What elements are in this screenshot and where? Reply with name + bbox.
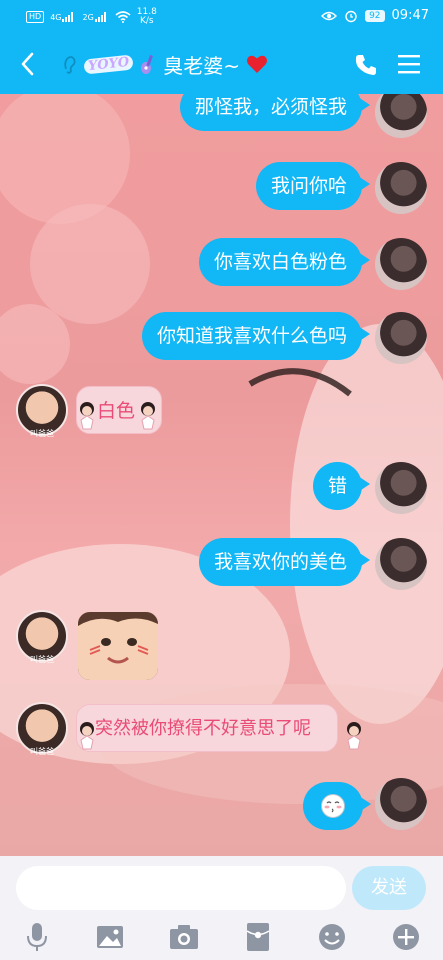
ear-icon (64, 56, 76, 74)
signal-icon-2 (94, 12, 106, 22)
guitar-icon (141, 55, 154, 74)
alarm-icon (345, 10, 357, 22)
status-bar: HD 4G 2G 11.8 K/s 92 09:47 (0, 0, 443, 34)
message-bubble[interactable]: 错 (312, 462, 371, 510)
network-2g: 2G (82, 12, 108, 22)
send-button[interactable]: 发送 (352, 866, 426, 910)
wifi-icon (115, 11, 131, 23)
message-row: 叫爸爸 白色 (0, 384, 443, 444)
microphone-icon[interactable] (20, 920, 54, 954)
message-row: 你知道我喜欢什么色吗 (0, 312, 443, 368)
message-row: 那怪我，必须怪我 (0, 94, 443, 142)
bubble-sticker-icon (80, 722, 94, 750)
my-avatar[interactable] (375, 778, 427, 830)
baby-face-image (78, 612, 158, 680)
bubble-sticker-icon (80, 402, 94, 430)
input-bar: 发送 (0, 856, 443, 960)
network-4g: 4G (50, 12, 76, 22)
message-row (0, 778, 443, 838)
battery-indicator: 92 (365, 9, 385, 22)
phone-icon[interactable] (353, 52, 379, 78)
message-bubble[interactable]: 你喜欢白色粉色 (198, 238, 371, 286)
clock: 09:47 (391, 8, 429, 23)
message-row: 叫爸爸 突然被你撩得不好意思了呢 (0, 702, 443, 762)
chat-header: YOYO 臭老婆~ (0, 34, 443, 94)
message-bubble[interactable]: 我喜欢你的美色 (198, 538, 371, 586)
heart-icon (246, 55, 267, 73)
message-bubble[interactable]: 我问你哈 (255, 162, 371, 210)
menu-icon[interactable] (397, 53, 421, 75)
eye-icon (321, 11, 338, 20)
header-title-group: YOYO 臭老婆~ (62, 50, 268, 78)
emoji-icon[interactable] (315, 920, 349, 954)
message-bubble[interactable]: 那怪我，必须怪我 (179, 94, 371, 131)
chat-area[interactable]: 那怪我，必须怪我 我问你哈 你喜欢白色粉色 你知道我喜欢什么色吗 叫爸爸 白色 … (0, 94, 443, 856)
my-avatar[interactable] (375, 162, 427, 214)
my-avatar[interactable] (375, 312, 427, 364)
status-right: 92 09:47 (321, 8, 429, 23)
camera-icon[interactable] (167, 920, 201, 954)
hd-badge: HD (26, 11, 45, 23)
back-arrow-icon[interactable] (14, 48, 44, 80)
my-avatar[interactable] (375, 238, 427, 290)
contact-name[interactable]: 臭老婆~ (163, 50, 240, 79)
vip-badge: YOYO (83, 53, 134, 75)
message-bubble[interactable]: 突然被你撩得不好意思了呢 (76, 704, 338, 752)
my-avatar[interactable] (375, 94, 427, 138)
message-bubble[interactable]: 你知道我喜欢什么色吗 (141, 312, 371, 360)
message-row: 你喜欢白色粉色 (0, 238, 443, 294)
message-row: 我喜欢你的美色 (0, 538, 443, 594)
message-row: 我问你哈 (0, 162, 443, 218)
avatar-caption: 叫爸爸 (30, 655, 54, 664)
bubble-sticker-icon (141, 402, 155, 430)
message-input[interactable] (16, 866, 346, 910)
image-message[interactable] (78, 612, 158, 680)
blush-face-icon (321, 794, 345, 818)
avatar-caption: 叫爸爸 (30, 747, 54, 756)
red-packet-icon[interactable] (241, 920, 275, 954)
signal-icon-1 (62, 12, 74, 22)
my-avatar[interactable] (375, 538, 427, 590)
image-icon[interactable] (93, 920, 127, 954)
my-avatar[interactable] (375, 462, 427, 514)
avatar-caption: 叫爸爸 (30, 429, 54, 438)
net-speed: 11.8 K/s (136, 7, 157, 26)
emoji-message[interactable] (303, 782, 371, 830)
input-toolbar (0, 918, 443, 958)
plus-icon[interactable] (389, 920, 423, 954)
message-row: 错 (0, 462, 443, 518)
message-row: 叫爸爸 (0, 610, 443, 682)
bubble-sticker-icon (347, 722, 361, 750)
status-left: HD 4G 2G 11.8 K/s (26, 8, 157, 26)
